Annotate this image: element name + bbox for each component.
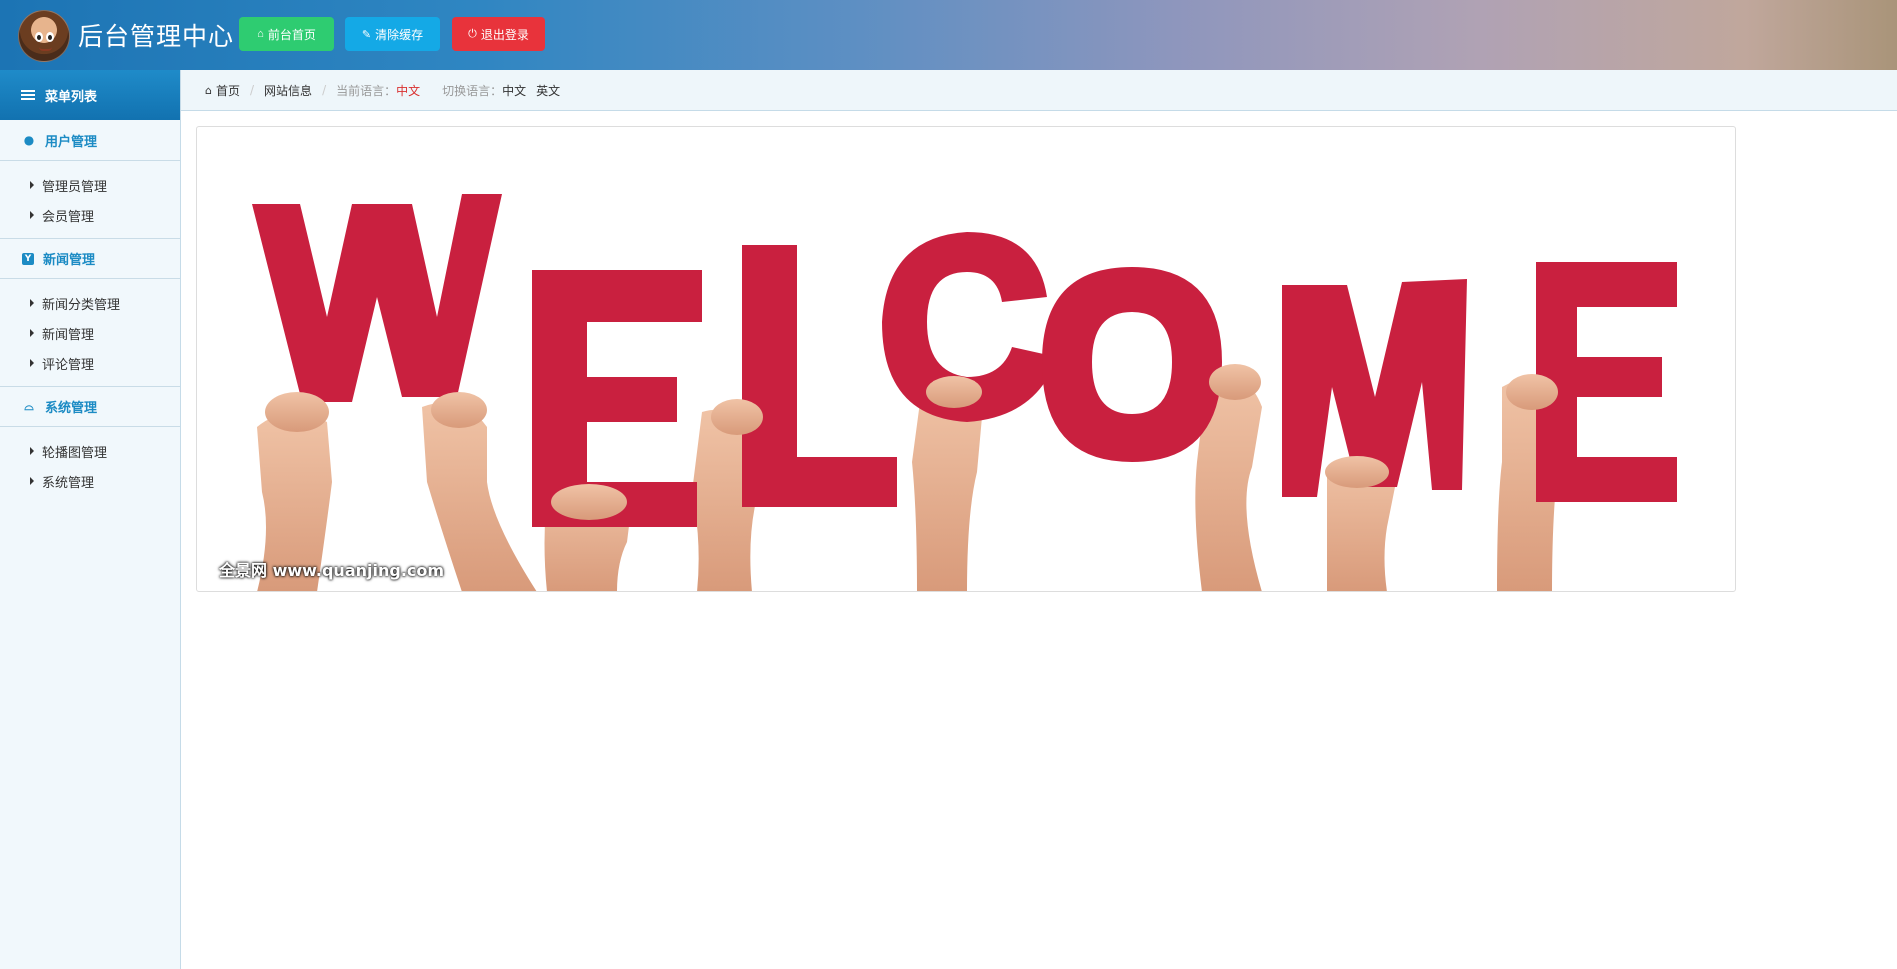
switch-language-label: 切换语言： [442, 83, 503, 98]
sidebar: 菜单列表 ● 用户管理 管理员管理 会员管理 Y 新闻管理 新闻分类管理 新闻管… [0, 70, 181, 969]
avatar-eye [35, 32, 43, 42]
sidebar-group-user-management[interactable]: ● 用户管理 [0, 120, 180, 161]
caret-right-icon [30, 181, 34, 189]
switch-language-english[interactable]: 英文 [536, 82, 560, 99]
logout-button[interactable]: ⏻ 退出登录 [452, 17, 545, 51]
sidebar-group-label: 系统管理 [45, 401, 98, 416]
sidebar-item-label: 新闻管理 [42, 327, 95, 343]
avatar [18, 10, 70, 62]
clear-cache-label: 清除缓存 [375, 27, 424, 42]
caret-right-icon [30, 211, 34, 219]
caret-right-icon [30, 447, 34, 455]
home-icon: ⌂ [205, 83, 212, 97]
list-icon [21, 89, 35, 101]
switch-language-chinese[interactable]: 中文 [502, 82, 526, 99]
sidebar-item-label: 系统管理 [42, 475, 95, 491]
current-language-label: 当前语言： [336, 83, 397, 98]
caret-right-icon [30, 299, 34, 307]
sidebar-item-member-management[interactable]: 会员管理 [0, 200, 180, 230]
wrench-icon: ✎ [361, 28, 372, 41]
breadcrumb-current[interactable]: 网站信息 [264, 82, 312, 99]
sidebar-group-news-management[interactable]: Y 新闻管理 [0, 238, 180, 279]
sidebar-group-items: 新闻分类管理 新闻管理 评论管理 [0, 279, 180, 386]
breadcrumb-separator: / [322, 83, 327, 97]
sidebar-group-items: 管理员管理 会员管理 [0, 161, 180, 238]
image-watermark: 全景网 www.quanjing.com [219, 561, 445, 580]
avatar-eye [46, 32, 54, 42]
user-icon: ● [23, 133, 35, 147]
sidebar-item-admin-management[interactable]: 管理员管理 [0, 170, 180, 200]
caret-right-icon [30, 359, 34, 367]
sidebar-group-label: 用户管理 [45, 134, 98, 150]
frontend-home-button[interactable]: ⌂ 前台首页 [239, 17, 334, 51]
frontend-home-label: 前台首页 [267, 27, 316, 42]
sidebar-item-label: 管理员管理 [42, 179, 108, 195]
sidebar-item-label: 新闻分类管理 [42, 297, 121, 313]
sidebar-item-news-category[interactable]: 新闻分类管理 [0, 288, 180, 318]
sidebar-item-label: 会员管理 [42, 209, 95, 225]
inbox-icon: ⌓ [24, 399, 34, 413]
sidebar-item-system[interactable]: 系统管理 [0, 466, 180, 496]
sidebar-group-label: 新闻管理 [43, 253, 96, 268]
menu-list-title: 菜单列表 [0, 70, 180, 120]
caret-right-icon [30, 477, 34, 485]
breadcrumb: ⌂ 首页 / 网站信息 / 当前语言： 中文 切换语言： 中文 英文 [181, 70, 1897, 111]
sidebar-item-carousel[interactable]: 轮播图管理 [0, 436, 180, 466]
clear-cache-button[interactable]: ✎ 清除缓存 [345, 17, 440, 51]
menu-list-label: 菜单列表 [45, 89, 98, 105]
current-language-value: 中文 [396, 83, 421, 98]
sidebar-item-comments[interactable]: 评论管理 [0, 348, 180, 378]
sidebar-group-system-management[interactable]: ⌓ 系统管理 [0, 386, 180, 427]
sidebar-item-news[interactable]: 新闻管理 [0, 318, 180, 348]
breadcrumb-separator: / [250, 83, 255, 97]
app-title: 后台管理中心 [78, 22, 235, 51]
sidebar-item-label: 轮播图管理 [42, 445, 108, 461]
avatar-mouth [39, 47, 52, 51]
top-header: 后台管理中心 ⌂ 前台首页 ✎ 清除缓存 ⏻ 退出登录 [0, 0, 1897, 70]
logout-label: 退出登录 [480, 27, 529, 42]
caret-right-icon [30, 329, 34, 337]
welcome-banner-image: 全景网 www.quanjing.com [196, 126, 1736, 592]
y-badge-icon: Y [22, 252, 34, 265]
home-icon: ⌂ [257, 28, 264, 40]
breadcrumb-home-link[interactable]: 首页 [216, 82, 240, 99]
sidebar-group-items: 轮播图管理 系统管理 [0, 427, 180, 504]
sidebar-item-label: 评论管理 [42, 357, 95, 373]
welcome-illustration [252, 194, 1677, 591]
power-icon: ⏻ [468, 27, 477, 40]
